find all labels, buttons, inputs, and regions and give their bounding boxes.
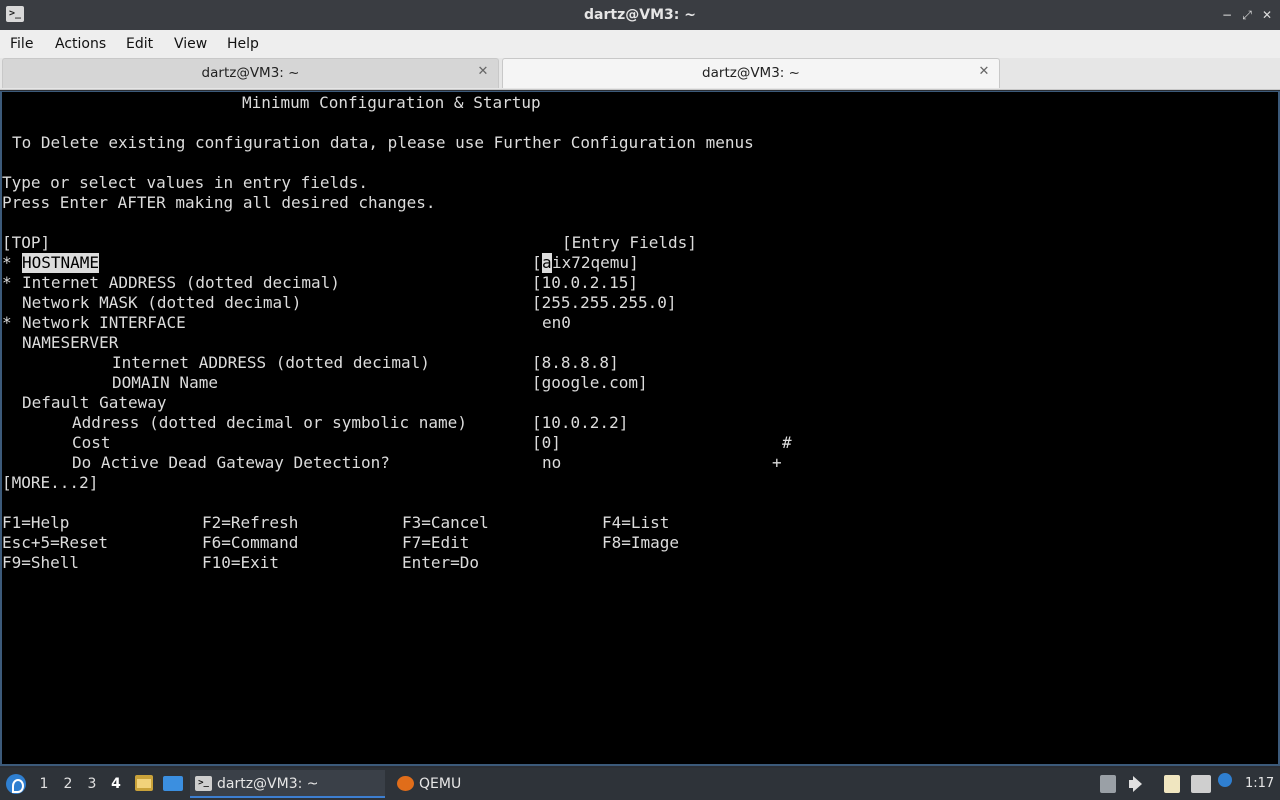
field-label-domain-name[interactable]: DOMAIN Name <box>112 373 218 393</box>
tab-bar: dartz@VM3: ~ ✕ dartz@VM3: ~ ✕ <box>0 58 1280 90</box>
workspace-3[interactable]: 3 <box>82 768 102 800</box>
start-menu-icon[interactable] <box>6 774 26 794</box>
field-label-hostname[interactable]: HOSTNAME <box>22 253 100 273</box>
menu-view[interactable]: View <box>174 30 207 58</box>
minimize-icon[interactable]: − <box>1218 6 1236 24</box>
fkey-cancel[interactable]: F3=Cancel <box>402 513 489 533</box>
menu-edit[interactable]: Edit <box>126 30 153 58</box>
entry-fields-header: [Entry Fields] <box>562 233 697 252</box>
section-label-default-gateway: Default Gateway <box>22 393 167 412</box>
task-label: QEMU <box>419 776 462 792</box>
update-notifier-icon[interactable] <box>1218 773 1232 787</box>
field-value-nameserver-address[interactable]: [8.8.8.8] <box>532 353 619 373</box>
close-icon[interactable]: ✕ <box>1258 6 1276 24</box>
fkey-image[interactable]: F8=Image <box>602 533 679 553</box>
clipboard-icon[interactable] <box>1164 775 1180 793</box>
field-value-hostname[interactable]: ix72qemu] <box>552 253 639 273</box>
menu-help[interactable]: Help <box>227 30 259 58</box>
field-label-network-interface[interactable]: Network INTERFACE <box>22 313 186 333</box>
field-label-cost[interactable]: Cost <box>72 433 111 453</box>
workspace-2[interactable]: 2 <box>58 768 78 800</box>
fkey-command[interactable]: F6=Command <box>202 533 298 553</box>
field-value-network-interface[interactable]: en0 <box>542 313 571 333</box>
file-manager-icon[interactable] <box>135 775 153 791</box>
terminal-icon: >_ <box>195 776 212 791</box>
task-qemu[interactable]: QEMU <box>392 770 582 798</box>
fkey-list[interactable]: F4=List <box>602 513 669 533</box>
workspace-1[interactable]: 1 <box>34 768 54 800</box>
more-marker: [MORE...2] <box>2 473 99 492</box>
field-value-cost[interactable]: [0] <box>532 433 561 453</box>
window-title: dartz@VM3: ~ <box>584 7 696 23</box>
workspace-4[interactable]: 4 <box>106 768 126 800</box>
menu-actions[interactable]: Actions <box>55 30 106 58</box>
numeric-field-marker: # <box>782 433 792 452</box>
field-label-dead-gateway-detection[interactable]: Do Active Dead Gateway Detection? <box>72 453 390 473</box>
field-value-open-bracket: [ <box>532 253 542 272</box>
task-terminal[interactable]: >_ dartz@VM3: ~ <box>190 770 385 798</box>
field-label-nameserver-address[interactable]: Internet ADDRESS (dotted decimal) <box>112 353 430 373</box>
task-label: dartz@VM3: ~ <box>217 776 319 792</box>
text-cursor[interactable]: a <box>542 253 552 273</box>
fkey-refresh[interactable]: F2=Refresh <box>202 513 298 533</box>
tab-close-icon[interactable]: ✕ <box>977 65 991 79</box>
fkey-shell[interactable]: F9=Shell <box>2 553 79 573</box>
window-titlebar[interactable]: >_ dartz@VM3: ~ − ⤢ ✕ <box>0 0 1280 30</box>
fkey-help[interactable]: F1=Help <box>2 513 69 533</box>
show-desktop-icon[interactable] <box>163 776 183 791</box>
maximize-icon[interactable]: ⤢ <box>1238 6 1256 24</box>
required-marker: * <box>2 273 12 292</box>
volume-icon[interactable] <box>1128 775 1144 793</box>
tab-terminal-1[interactable]: dartz@VM3: ~ ✕ <box>2 58 499 88</box>
tab-label: dartz@VM3: ~ <box>201 65 300 81</box>
tab-label: dartz@VM3: ~ <box>702 65 800 81</box>
fkey-edit[interactable]: F7=Edit <box>402 533 469 553</box>
tab-terminal-2[interactable]: dartz@VM3: ~ ✕ <box>502 58 1000 88</box>
qemu-icon <box>397 776 414 791</box>
menu-bar: File Actions Edit View Help <box>0 30 1280 58</box>
fkey-do[interactable]: Enter=Do <box>402 553 479 573</box>
instruction-line: Press Enter AFTER making all desired cha… <box>2 193 436 212</box>
list-field-marker: + <box>772 453 782 472</box>
storage-icon[interactable] <box>1100 775 1116 793</box>
screen-notice: To Delete existing configuration data, p… <box>12 133 754 152</box>
required-marker: * <box>2 253 12 272</box>
fkey-reset[interactable]: Esc+5=Reset <box>2 533 108 553</box>
tab-close-icon[interactable]: ✕ <box>476 65 490 79</box>
field-value-gateway-address[interactable]: [10.0.2.2] <box>532 413 628 433</box>
screen-heading: Minimum Configuration & Startup <box>242 93 541 112</box>
field-value-dead-gateway-detection[interactable]: no <box>542 453 561 473</box>
terminal-screen[interactable]: Minimum Configuration & Startup To Delet… <box>0 91 1280 766</box>
required-marker: * <box>2 313 12 332</box>
field-value-domain-name[interactable]: [google.com] <box>532 373 648 393</box>
field-value-internet-address[interactable]: [10.0.2.15] <box>532 273 638 293</box>
menu-file[interactable]: File <box>10 30 33 58</box>
field-label-gateway-address[interactable]: Address (dotted decimal or symbolic name… <box>72 413 467 433</box>
display-icon[interactable] <box>1191 775 1211 793</box>
taskbar: 1 2 3 4 >_ dartz@VM3: ~ QEMU 1:17 <box>0 768 1280 800</box>
field-value-network-mask[interactable]: [255.255.255.0] <box>532 293 677 313</box>
fkey-exit[interactable]: F10=Exit <box>202 553 279 573</box>
field-label-network-mask[interactable]: Network MASK (dotted decimal) <box>22 293 301 313</box>
field-label-internet-address[interactable]: Internet ADDRESS (dotted decimal) <box>22 273 340 293</box>
clock[interactable]: 1:17 <box>1245 768 1274 800</box>
instruction-line: Type or select values in entry fields. <box>2 173 369 192</box>
section-label-nameserver: NAMESERVER <box>22 333 119 352</box>
top-marker: [TOP] <box>2 233 51 252</box>
